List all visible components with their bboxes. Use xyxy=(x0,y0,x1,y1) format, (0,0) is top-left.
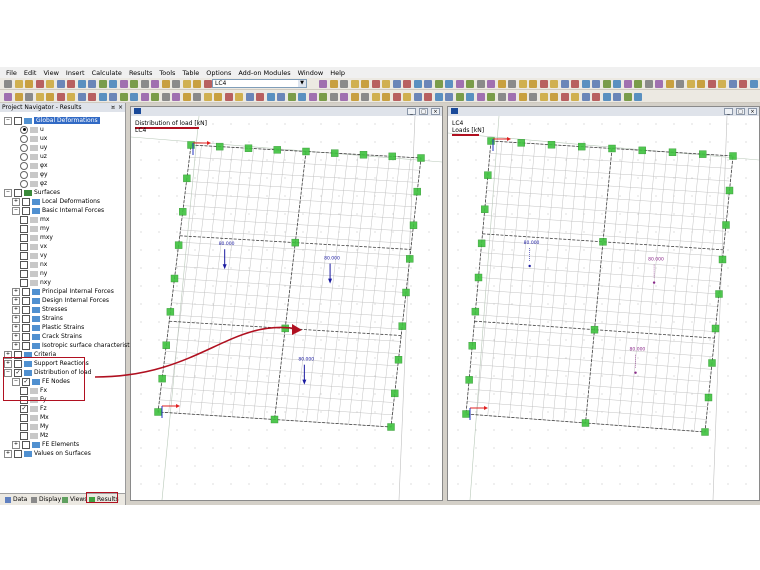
callout-arrow xyxy=(94,324,302,378)
application-window: File Edit View Insert Calculate Results Tools T… xyxy=(0,67,760,505)
